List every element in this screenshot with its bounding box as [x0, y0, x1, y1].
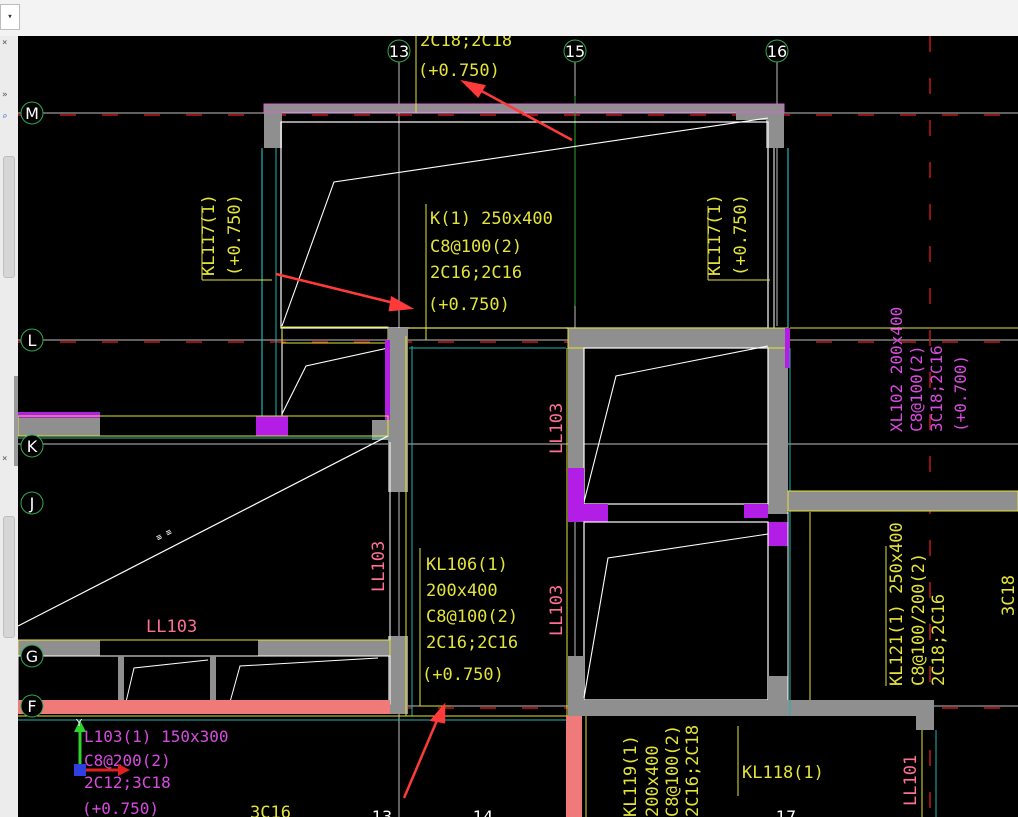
left-side-panel: × » ⌕ × [0, 36, 19, 817]
grid-axis-M[interactable]: M [20, 101, 44, 125]
top-toolbar: ▾ [0, 0, 1018, 37]
kl106-size-label[interactable]: 200x400 [426, 581, 498, 601]
svg-text:L: L [28, 331, 37, 350]
kl119-name-label[interactable]: KL119(1) [621, 735, 641, 817]
svg-text:G: G [26, 647, 38, 666]
right-edge-rebar-label[interactable]: 3C18 [999, 575, 1018, 616]
stair-diagonal-lower [18, 435, 389, 627]
svg-text:Y: Y [75, 718, 83, 729]
kl106-name-label[interactable]: KL106(1) [426, 555, 508, 575]
close-icon[interactable]: × [2, 454, 7, 464]
top-beam-elevation-label[interactable]: (+0.750) [418, 61, 500, 81]
grid-axis-15[interactable]: 15 [563, 39, 587, 63]
l103-rebar-label[interactable]: 2C12;3C18 [84, 773, 171, 792]
k1-rebar-label[interactable]: 2C16;2C16 [430, 263, 522, 283]
k1-stirrup-label[interactable]: C8@100(2) [430, 237, 522, 257]
stair-diagonal-top [281, 117, 769, 416]
grid-axis-L[interactable]: L [20, 328, 44, 352]
svg-text:K: K [27, 437, 38, 456]
kl117-left-label[interactable]: KL117(1) [199, 194, 219, 276]
beam-band-k [18, 412, 389, 439]
kl121-stirrup-label[interactable]: C8@100/200(2) [909, 553, 929, 686]
l103-name-label[interactable]: L103(1) 150x300 [84, 727, 229, 746]
ll103-label-left-wall[interactable]: LL103 [369, 541, 389, 592]
kl117-right-label[interactable]: KL117(1) [705, 194, 725, 276]
kl119-rebar-label[interactable]: 2C16;2C18 [683, 725, 703, 817]
red-dash-lines [18, 36, 1018, 817]
ll103-label-lower[interactable]: LL103 [547, 585, 567, 636]
kl121-name-label[interactable]: KL121(1) 250x400 [887, 522, 907, 686]
grid-axis-13-bottom[interactable]: 13 [372, 807, 392, 817]
chevron-down-icon[interactable]: ▾ [0, 4, 20, 30]
k1-elevation-label[interactable]: (+0.750) [428, 295, 510, 315]
grid-axis-J[interactable]: J [20, 491, 44, 515]
ll103-label-horizontal[interactable]: LL103 [146, 617, 197, 637]
kl119-size-label[interactable]: 200x400 [643, 745, 663, 817]
close-icon[interactable]: × [2, 38, 7, 48]
svg-text:M: M [25, 104, 39, 123]
ll103-label-upper[interactable]: LL103 [547, 403, 567, 454]
grid-axis-16[interactable]: 16 [765, 39, 789, 63]
svg-text:13: 13 [389, 42, 409, 61]
k1-name-label[interactable]: K(1) 250x400 [430, 209, 553, 229]
panel-scrollbar-top[interactable] [3, 156, 15, 278]
kl117-left-elevation-label[interactable]: (+0.750) [225, 194, 245, 276]
svg-text:14: 14 [473, 807, 493, 817]
l103-stirrup-label[interactable]: C8@200(2) [84, 751, 171, 770]
grid-axis-17-bottom[interactable]: 17 [776, 807, 796, 817]
stair-direction-mark: ≡ ≡ [155, 527, 175, 544]
svg-text:J: J [29, 494, 35, 513]
svg-text:13: 13 [372, 807, 392, 817]
kl117-right-elevation-label[interactable]: (+0.750) [731, 194, 751, 276]
wall-13 [372, 328, 413, 716]
xl102-elevation-label[interactable]: (+0.700) [951, 355, 970, 432]
kl121-rebar-label[interactable]: 2C18;2C16 [929, 594, 949, 686]
kl119-stirrup-label[interactable]: C8@100(2) [663, 725, 683, 817]
cad-drawing-canvas[interactable]: ≡ ≡ 13 15 16 13 14 17 M L K J G F 2C18;2… [18, 36, 1018, 817]
kl106-stirrup-label[interactable]: C8@100(2) [426, 607, 518, 627]
svg-text:17: 17 [776, 807, 796, 817]
kl106-rebar-label[interactable]: 2C16;2C16 [426, 633, 518, 653]
svg-text:15: 15 [565, 42, 585, 61]
svg-text:16: 16 [767, 42, 787, 61]
grid-axis-13[interactable]: 13 [387, 39, 411, 63]
grid-axis-14-bottom[interactable]: 14 [473, 807, 493, 817]
kl118-name-label[interactable]: KL118(1) [742, 763, 824, 783]
xl102-rebar-label[interactable]: 3C18;2C16 [927, 345, 946, 432]
svg-text:F: F [27, 697, 36, 716]
kl106-elevation-label[interactable]: (+0.750) [422, 665, 504, 685]
xl102-stirrup-label[interactable]: C8@100(2) [907, 345, 926, 432]
panel-scrollbar-bottom[interactable] [3, 516, 15, 638]
expand-icon[interactable]: » [2, 90, 7, 100]
top-beam-rebar-label[interactable]: 2C18;2C18 [420, 36, 512, 51]
grid-axis-F[interactable]: F [20, 694, 44, 718]
ll101-label[interactable]: LL101 [901, 755, 921, 806]
red-arrows [275, 79, 573, 799]
bottom-rebar-label[interactable]: 3C16 [250, 803, 291, 817]
room-right-upper [567, 327, 790, 546]
search-icon[interactable]: ⌕ [2, 112, 7, 122]
grid-axis-G[interactable]: G [20, 644, 44, 668]
l103-elevation-label[interactable]: (+0.750) [82, 799, 159, 817]
grid-axis-K[interactable]: K [20, 434, 44, 458]
xl102-name-label[interactable]: XL102 200x400 [887, 307, 906, 432]
